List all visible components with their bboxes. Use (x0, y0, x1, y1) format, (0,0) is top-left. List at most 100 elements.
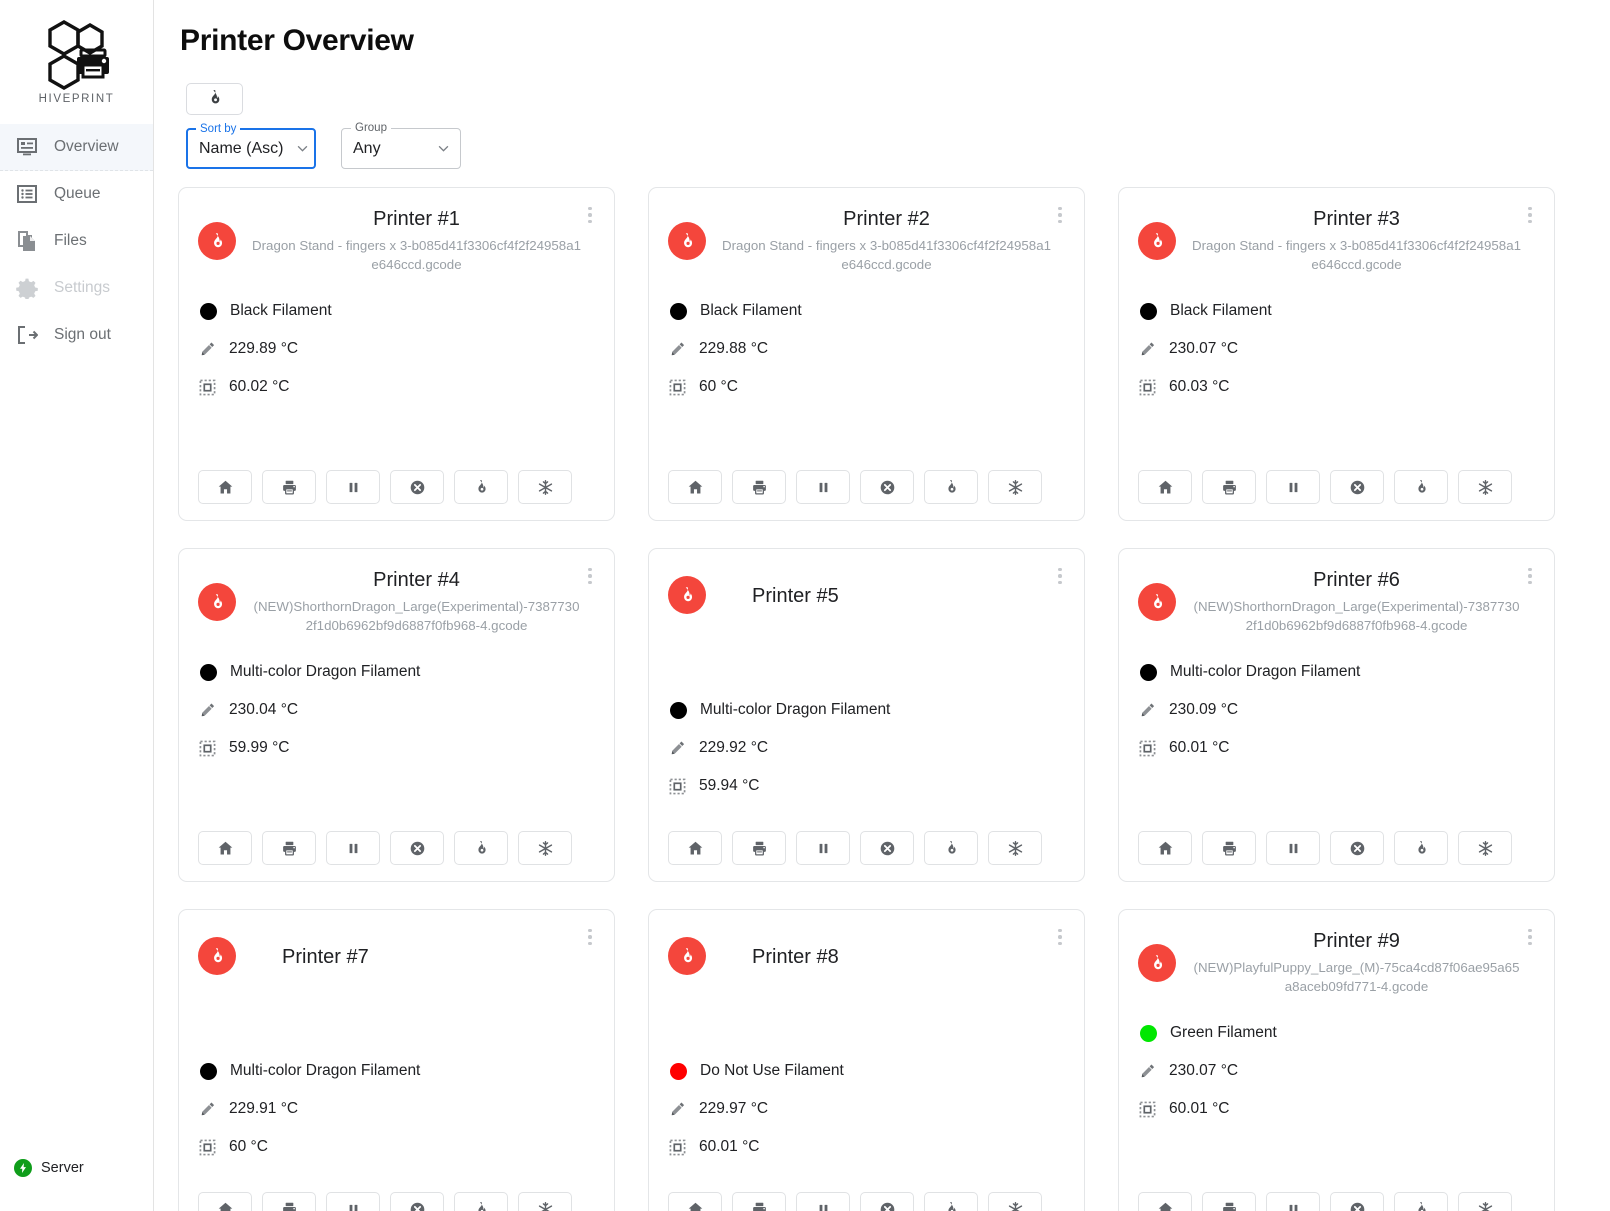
card-header: Printer #7 (198, 927, 595, 999)
pause-button[interactable] (796, 1192, 850, 1211)
print-button[interactable] (732, 470, 786, 504)
cooldown-button[interactable] (988, 470, 1042, 504)
home-button[interactable] (668, 1192, 722, 1211)
card-menu-button[interactable] (1520, 924, 1540, 950)
home-button[interactable] (198, 470, 252, 504)
nozzle-temperature: 229.89 °C (229, 340, 299, 357)
print-button[interactable] (1202, 831, 1256, 865)
heat-button[interactable] (454, 831, 508, 865)
printer-card-8[interactable]: Printer #8 Do Not Use Filament 229.97 °C (648, 909, 1085, 1211)
cancel-button[interactable] (390, 831, 444, 865)
pause-button[interactable] (796, 470, 850, 504)
printer-card-2[interactable]: Printer #2 Dragon Stand - fingers x 3-b0… (648, 187, 1085, 521)
card-menu-button[interactable] (1050, 924, 1070, 950)
heat-button[interactable] (924, 831, 978, 865)
filament-color-dot (670, 701, 687, 719)
printer-card-6[interactable]: Printer #6 (NEW)ShorthornDragon_Large(Ex… (1118, 548, 1555, 882)
sidebar-item-label: Queue (54, 185, 101, 202)
card-menu-button[interactable] (580, 924, 600, 950)
heat-button[interactable] (454, 470, 508, 504)
cancel-button[interactable] (390, 1192, 444, 1211)
card-actions (1138, 805, 1535, 865)
pause-button[interactable] (326, 470, 380, 504)
print-button[interactable] (1202, 470, 1256, 504)
cooldown-button[interactable] (1458, 831, 1512, 865)
sidebar-item-queue[interactable]: Queue (0, 171, 153, 218)
pause-button[interactable] (326, 831, 380, 865)
cooldown-button[interactable] (988, 1192, 1042, 1211)
cooldown-button[interactable] (518, 470, 572, 504)
card-body: Multi-color Dragon Filament 230.09 °C 60… (1138, 663, 1535, 757)
print-button[interactable] (732, 1192, 786, 1211)
print-icon (1221, 840, 1238, 857)
heat-button[interactable] (924, 470, 978, 504)
nozzle-temperature: 230.07 °C (1169, 1062, 1239, 1079)
print-button[interactable] (262, 831, 316, 865)
cancel-button[interactable] (1330, 1192, 1384, 1211)
print-button[interactable] (1202, 1192, 1256, 1211)
print-button[interactable] (262, 1192, 316, 1211)
heat-button[interactable] (924, 1192, 978, 1211)
group-select[interactable]: Group Any (341, 121, 461, 169)
nozzle-icon (1138, 701, 1156, 719)
card-menu-button[interactable] (1050, 563, 1070, 589)
bed-temperature: 60.01 °C (1169, 739, 1230, 756)
printer-card-1[interactable]: Printer #1 Dragon Stand - fingers x 3-b0… (178, 187, 615, 521)
card-menu-button[interactable] (1520, 202, 1540, 228)
card-header: Printer #4 (NEW)ShorthornDragon_Large(Ex… (198, 566, 595, 638)
printer-card-3[interactable]: Printer #3 Dragon Stand - fingers x 3-b0… (1118, 187, 1555, 521)
cooldown-button[interactable] (518, 831, 572, 865)
card-menu-button[interactable] (580, 202, 600, 228)
heat-button[interactable] (454, 1192, 508, 1211)
card-body: Black Filament 229.88 °C 60 °C (668, 302, 1065, 396)
pause-button[interactable] (1266, 1192, 1320, 1211)
pause-button[interactable] (1266, 470, 1320, 504)
printer-card-9[interactable]: Printer #9 (NEW)PlayfulPuppy_Large_(M)-7… (1118, 909, 1555, 1211)
home-button[interactable] (198, 1192, 252, 1211)
sidebar-item-label: Overview (54, 138, 119, 155)
heat-button[interactable] (1394, 831, 1448, 865)
printer-card-5[interactable]: Printer #5 Multi-color Dragon Filament 2… (648, 548, 1085, 882)
cancel-button[interactable] (860, 831, 914, 865)
heated-bed-icon (198, 739, 216, 757)
pause-button[interactable] (326, 1192, 380, 1211)
bed-temperature: 60 °C (699, 378, 738, 395)
pause-button[interactable] (796, 831, 850, 865)
print-button[interactable] (262, 470, 316, 504)
filament-row: Multi-color Dragon Filament (1138, 663, 1535, 681)
home-icon (1157, 479, 1174, 496)
cooldown-button[interactable] (1458, 470, 1512, 504)
sidebar-item-files[interactable]: Files (0, 218, 153, 265)
flame-filter-button[interactable] (186, 83, 243, 115)
home-button[interactable] (198, 831, 252, 865)
card-menu-button[interactable] (1050, 202, 1070, 228)
card-menu-button[interactable] (580, 563, 600, 589)
heat-button[interactable] (1394, 470, 1448, 504)
snowflake-icon (1477, 479, 1494, 496)
cancel-button[interactable] (1330, 831, 1384, 865)
cancel-button[interactable] (390, 470, 444, 504)
cooldown-button[interactable] (1458, 1192, 1512, 1211)
home-icon (217, 1201, 234, 1211)
home-button[interactable] (668, 831, 722, 865)
cancel-button[interactable] (860, 470, 914, 504)
printer-card-7[interactable]: Printer #7 Multi-color Dragon Filament 2… (178, 909, 615, 1211)
home-button[interactable] (1138, 470, 1192, 504)
brand-name: HIVEPRINT (38, 93, 115, 105)
cooldown-button[interactable] (518, 1192, 572, 1211)
home-button[interactable] (668, 470, 722, 504)
print-icon (1221, 479, 1238, 496)
sidebar-item-sign-out[interactable]: Sign out (0, 312, 153, 359)
cancel-button[interactable] (1330, 470, 1384, 504)
heat-button[interactable] (1394, 1192, 1448, 1211)
pause-button[interactable] (1266, 831, 1320, 865)
card-menu-button[interactable] (1520, 563, 1540, 589)
sort-by-select[interactable]: Sort by Name (Asc) (186, 122, 316, 169)
home-button[interactable] (1138, 1192, 1192, 1211)
home-button[interactable] (1138, 831, 1192, 865)
cooldown-button[interactable] (988, 831, 1042, 865)
printer-card-4[interactable]: Printer #4 (NEW)ShorthornDragon_Large(Ex… (178, 548, 615, 882)
sidebar-item-overview[interactable]: Overview (0, 124, 153, 171)
cancel-button[interactable] (860, 1192, 914, 1211)
print-button[interactable] (732, 831, 786, 865)
